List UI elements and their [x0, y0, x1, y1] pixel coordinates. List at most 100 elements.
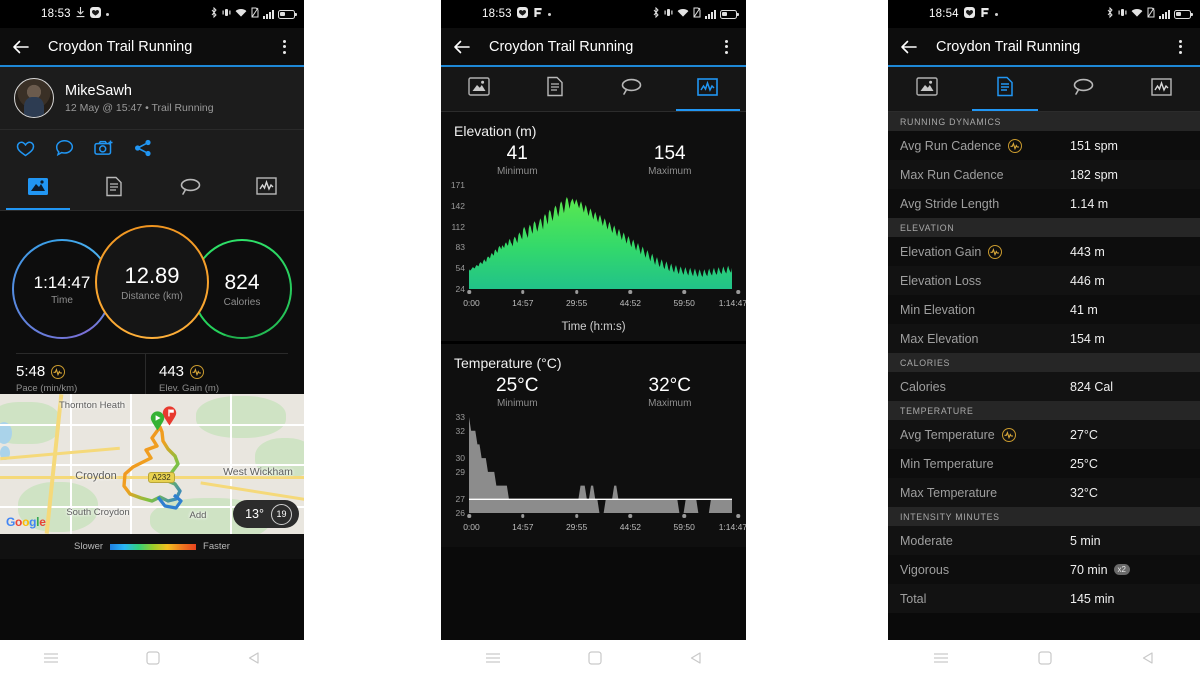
tab-charts[interactable]: [670, 67, 746, 111]
square-icon[interactable]: [146, 650, 160, 665]
temperature-min-label: Minimum: [496, 398, 538, 409]
share-icon[interactable]: [134, 139, 152, 157]
tab-map[interactable]: [888, 67, 966, 111]
status-time: 18:53: [41, 8, 71, 20]
triangle-left-icon[interactable]: [247, 651, 261, 665]
wifi-icon: [677, 8, 689, 21]
x-tick-label: 59:50: [673, 522, 695, 532]
hamburger-icon[interactable]: [485, 651, 501, 665]
tab-details[interactable]: [966, 67, 1044, 111]
weather-badge[interactable]: 13° 19: [233, 500, 299, 528]
laps-loop-icon: [1072, 77, 1095, 101]
kebab-menu-icon[interactable]: [276, 38, 292, 56]
heart-icon[interactable]: [16, 140, 35, 157]
x-tick-dot: [628, 514, 633, 518]
elevation-plot[interactable]: 24 54 83 112 142 171: [441, 180, 740, 294]
detail-row[interactable]: Max Temperature 32°C: [888, 478, 1200, 507]
vibrate-icon: [1118, 7, 1127, 21]
tab-charts[interactable]: [1122, 67, 1200, 111]
tab-laps[interactable]: [1044, 67, 1122, 111]
bluetooth-icon: [652, 6, 660, 21]
summary-rings-card: 1:14:47 Time 824 Calories 12.89 Distance…: [0, 211, 304, 394]
detail-row[interactable]: Min Temperature 25°C: [888, 449, 1200, 478]
detail-key: Avg Run Cadence: [900, 138, 1070, 153]
sim-icon: [251, 7, 259, 21]
app-bar-2: Croydon Trail Running: [441, 28, 746, 67]
kebab-menu-icon[interactable]: [718, 38, 734, 56]
detail-value: 70 min x2: [1070, 563, 1188, 577]
temperature-max-value: 32°C: [648, 375, 691, 396]
stat-pace-value: 5:48: [16, 363, 46, 380]
speech-bubble-icon[interactable]: [55, 139, 74, 157]
tab-map[interactable]: [441, 67, 517, 111]
back-arrow-icon[interactable]: [453, 38, 471, 56]
hr-zone-icon: [1008, 138, 1023, 153]
android-nav-bar-3: [888, 640, 1200, 675]
detail-row[interactable]: Elevation Gain 443 m: [888, 237, 1200, 266]
detail-row[interactable]: Vigorous 70 min x2: [888, 555, 1200, 584]
tab-laps[interactable]: [152, 167, 228, 210]
summary-rings: 1:14:47 Time 824 Calories 12.89 Distance…: [0, 225, 304, 343]
detail-value: 27°C: [1070, 427, 1098, 442]
temperature-y-axis: 26 27 29 30 32 33: [441, 412, 467, 518]
back-arrow-icon[interactable]: [12, 38, 30, 56]
detail-row[interactable]: Max Elevation 154 m: [888, 324, 1200, 353]
detail-row[interactable]: Elevation Loss 446 m: [888, 266, 1200, 295]
detail-row[interactable]: Avg Run Cadence 151 spm: [888, 131, 1200, 160]
detail-key: Min Temperature: [900, 456, 994, 471]
kebab-menu-icon[interactable]: [1172, 38, 1188, 56]
x-tick-dot: [736, 290, 740, 294]
weather-temp: 13°: [245, 507, 264, 521]
triangle-left-icon[interactable]: [1141, 651, 1155, 665]
elevation-axis-label: Time (h:m:s): [561, 321, 626, 333]
detail-row[interactable]: Avg Stride Length 1.14 m: [888, 189, 1200, 218]
temperature-min-value: 25°C: [496, 375, 539, 396]
back-arrow-icon[interactable]: [900, 38, 918, 56]
hamburger-icon[interactable]: [43, 651, 59, 665]
legend-gradient-bar: [110, 543, 197, 550]
tab-bar-3: [888, 67, 1200, 112]
tab-charts[interactable]: [228, 167, 304, 210]
map-label-croydon: Croydon: [75, 470, 117, 482]
tab-map[interactable]: [0, 167, 76, 210]
stat-pace-label: Pace (min/km): [16, 383, 78, 394]
detail-key: Min Elevation: [900, 302, 976, 317]
status-right-3: [1106, 6, 1193, 21]
ring-distance[interactable]: 12.89 Distance (km): [95, 225, 209, 339]
temperature-plot[interactable]: 26 27 29 30 32 33: [441, 412, 740, 518]
elevation-maximum: 154 Maximum: [594, 143, 747, 177]
ring-calories-value: 824: [224, 270, 260, 294]
signal-icon: [705, 9, 716, 19]
phone-panel-3: 18:54 Croydon Trail Running RUNNING DYNA…: [888, 0, 1200, 640]
x-tick-label: 14:57: [512, 522, 534, 532]
x-tick-dot: [574, 290, 579, 294]
stat-pace: 5:48 Pace (min/km): [16, 363, 145, 394]
square-icon[interactable]: [1038, 650, 1052, 665]
ring-time-value: 1:14:47: [33, 272, 91, 292]
ring-calories-label: Calories: [223, 296, 261, 308]
detail-row[interactable]: Avg Temperature 27°C: [888, 420, 1200, 449]
square-icon[interactable]: [587, 650, 602, 665]
tab-details[interactable]: [517, 67, 593, 111]
stat-elev-value: 443: [159, 363, 185, 380]
camera-plus-icon[interactable]: [94, 139, 114, 157]
detail-row[interactable]: Min Elevation 41 m: [888, 295, 1200, 324]
laps-loop-icon: [620, 77, 643, 101]
triangle-left-icon[interactable]: [689, 651, 703, 665]
activity-owner[interactable]: MikeSawh 12 May @ 15:47 • Trail Running: [0, 67, 304, 129]
detail-row[interactable]: Total 145 min: [888, 584, 1200, 613]
detail-row[interactable]: Calories 824 Cal: [888, 372, 1200, 401]
detail-row[interactable]: Moderate 5 min: [888, 526, 1200, 555]
y-tick-label: 33: [455, 412, 465, 422]
map-route-icon: [468, 77, 490, 101]
ring-distance-label: Distance (km): [121, 290, 183, 302]
tab-laps[interactable]: [594, 67, 670, 111]
dot-icon: [547, 12, 551, 16]
route-map[interactable]: Thornton Heath Croydon West Wickham Sout…: [0, 394, 304, 534]
detail-row[interactable]: Max Run Cadence 182 spm: [888, 160, 1200, 189]
signal-icon: [1159, 9, 1170, 19]
hamburger-icon[interactable]: [933, 651, 949, 665]
x-tick-label: 1:14:47: [718, 298, 746, 308]
tab-details[interactable]: [76, 167, 152, 210]
x-tick-dot: [628, 290, 633, 294]
